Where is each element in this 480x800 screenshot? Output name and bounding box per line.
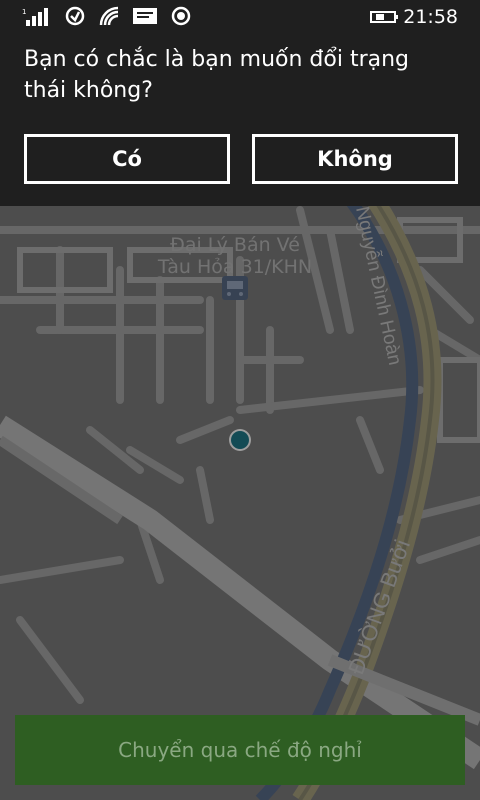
location-icon [170, 5, 192, 31]
poi-label-line1: Đại Lý Bán Vé [170, 234, 300, 256]
status-bar: 1 21:58 [0, 0, 480, 34]
sync-icon [64, 5, 86, 31]
switch-to-rest-mode-button[interactable]: Chuyển qua chế độ nghỉ [15, 715, 465, 785]
train-station-icon [222, 276, 248, 300]
message-icon [132, 6, 158, 30]
confirm-dialog: 1 21:58 Bạn có chắc là bạn muốn đổi trạn… [0, 0, 480, 206]
poi-label: Đại Lý Bán Vé Tàu Hỏa 31/KHN [150, 234, 320, 278]
wifi-icon [98, 5, 120, 31]
poi-label-line2: Tàu Hỏa 31/KHN [157, 256, 313, 278]
battery-charging-icon [370, 9, 400, 29]
status-clock: 21:58 [403, 6, 458, 28]
current-location-marker [229, 429, 251, 451]
dialog-message: Bạn có chắc là bạn muốn đổi trạng thái k… [24, 47, 409, 103]
no-button[interactable]: Không [252, 134, 458, 184]
svg-text:1: 1 [22, 8, 26, 16]
yes-button[interactable]: Có [24, 134, 230, 184]
signal-icon: 1 [22, 6, 52, 30]
